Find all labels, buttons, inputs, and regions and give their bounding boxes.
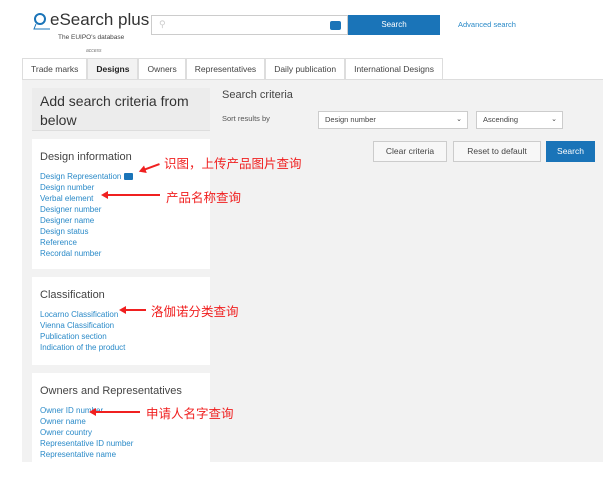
link-owner-country[interactable]: Owner country xyxy=(40,427,202,438)
chevron-down-icon: ⌄ xyxy=(551,116,557,123)
search-criteria-title: Search criteria xyxy=(222,89,293,101)
annotation-product-name: 产品名称查询 xyxy=(166,191,242,205)
link-representative-name[interactable]: Representative name xyxy=(40,449,202,460)
annotation-applicant-name: 申请人名字查询 xyxy=(146,407,234,421)
link-recordal-number[interactable]: Recordal number xyxy=(40,248,202,259)
section-classification: Classification Locarno Classification Vi… xyxy=(32,277,210,365)
criteria-panel: Add search criteria from below Design in… xyxy=(32,88,210,493)
tab-bar: Trade marks Designs Owners Representativ… xyxy=(22,58,443,79)
sort-order-value: Ascending xyxy=(483,115,519,124)
sort-field-select[interactable]: Design number ⌄ xyxy=(318,111,468,129)
tab-daily-publication[interactable]: Daily publication xyxy=(265,58,346,79)
link-publication-section[interactable]: Publication section xyxy=(40,331,202,342)
link-label: Design Representation xyxy=(40,172,122,181)
section-title: Owners and Representatives xyxy=(40,385,182,397)
annotation-arrow xyxy=(119,306,146,314)
logo-text: eSearch plus xyxy=(50,10,150,29)
annotation-arrow xyxy=(89,408,140,416)
panel-title: Add search criteria from below xyxy=(32,88,210,131)
link-vienna[interactable]: Vienna Classification xyxy=(40,320,202,331)
criteria-search-button[interactable]: Search xyxy=(546,141,595,162)
annotation-image-search: 识图，上传产品图片查询 xyxy=(164,157,302,171)
reset-default-button[interactable]: Reset to default xyxy=(453,141,541,162)
logo-subtitle: The EUIPO's database xyxy=(58,34,125,41)
tab-designs[interactable]: Designs xyxy=(87,58,139,79)
clear-criteria-button[interactable]: Clear criteria xyxy=(373,141,447,162)
camera-icon[interactable] xyxy=(330,21,341,30)
link-design-status[interactable]: Design status xyxy=(40,226,202,237)
search-button[interactable]: Search xyxy=(348,15,440,35)
tab-international-designs[interactable]: International Designs xyxy=(345,58,443,79)
section-title: Classification xyxy=(40,289,105,301)
advanced-search-link[interactable]: Advanced search xyxy=(458,20,516,29)
logo-magnifier-icon xyxy=(33,13,50,30)
sort-field-value: Design number xyxy=(325,115,376,124)
link-designer-name[interactable]: Designer name xyxy=(40,215,202,226)
tab-owners[interactable]: Owners xyxy=(138,58,186,79)
sort-label: Sort results by xyxy=(222,114,270,123)
link-indication-product[interactable]: Indication of the product xyxy=(40,342,202,353)
annotation-locarno: 洛伽诺分类查询 xyxy=(151,305,239,319)
sort-order-select[interactable]: Ascending ⌄ xyxy=(476,111,563,129)
link-representative-id[interactable]: Representative ID number xyxy=(40,438,202,449)
annotation-arrow xyxy=(101,191,160,199)
search-input[interactable]: ⚲ xyxy=(151,15,348,35)
chevron-down-icon: ⌄ xyxy=(456,116,462,123)
logo-subtitle-2: access xyxy=(86,48,102,54)
tab-trade-marks[interactable]: Trade marks xyxy=(22,58,88,79)
section-owners-representatives: Owners and Representatives Owner ID numb… xyxy=(32,373,210,493)
search-icon: ⚲ xyxy=(159,19,166,29)
camera-icon xyxy=(124,173,134,181)
link-reference[interactable]: Reference xyxy=(40,237,202,248)
tab-representatives[interactable]: Representatives xyxy=(185,58,266,79)
link-design-representation[interactable]: Design Representation xyxy=(40,171,202,182)
